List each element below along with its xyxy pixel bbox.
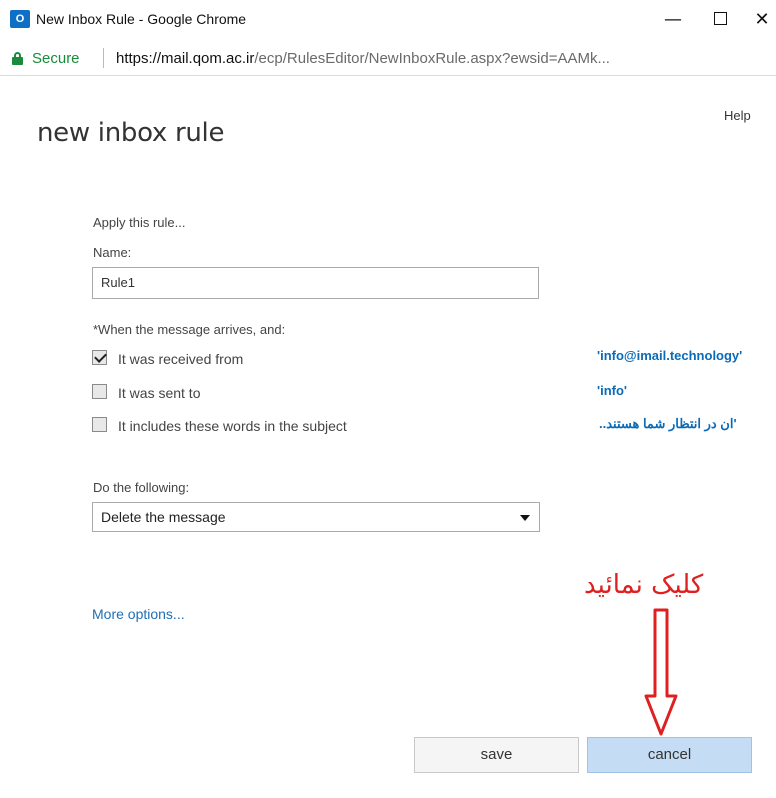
dropdown-arrow-icon [520,515,530,521]
minimize-button[interactable]: — [655,6,691,34]
maximize-icon [713,12,727,25]
action-select[interactable]: Delete the message [92,502,540,532]
received-from-value-link[interactable]: 'info@imail.technology' [597,348,742,363]
apply-rule-label: Apply this rule... [93,215,186,230]
sent-to-checkbox[interactable] [92,384,107,399]
secure-label: Secure [32,50,80,67]
subject-words-checkbox[interactable] [92,417,107,432]
save-button[interactable]: save [414,737,579,773]
close-button[interactable]: ✕ [744,6,776,34]
page-title: new inbox rule [37,118,225,148]
title-bar: O New Inbox Rule - Google Chrome — ✕ [0,0,776,40]
url-host: https://mail.qom.ac.ir [116,50,255,67]
more-options-link[interactable]: More options... [92,606,185,622]
received-from-checkbox[interactable] [92,350,107,365]
url-path: /ecp/RulesEditor/NewInboxRule.aspx?ewsid… [254,50,610,67]
address-bar[interactable]: Secure https://mail.qom.ac.ir/ecp/RulesE… [0,40,776,76]
outlook-icon: O [10,10,30,28]
help-link[interactable]: Help [724,108,751,123]
subject-words-value-link[interactable]: ..ان در انتظار شما هستند' [599,416,737,432]
condition-label: It was received from [118,351,244,367]
down-arrow-icon [644,608,678,736]
address-divider [103,48,104,68]
action-label: Do the following: [93,480,190,495]
cancel-button[interactable]: cancel [587,737,752,773]
rule-name-input[interactable]: Rule1 [92,267,539,299]
url-text[interactable]: https://mail.qom.ac.ir/ecp/RulesEditor/N… [116,50,771,67]
lock-icon [12,52,23,65]
conditions-label: *When the message arrives, and: [93,322,286,337]
condition-label: It was sent to [118,385,201,401]
action-selected-value: Delete the message [101,509,226,525]
name-label: Name: [93,245,132,260]
maximize-button[interactable] [702,6,738,34]
window-title: New Inbox Rule - Google Chrome [36,11,247,27]
annotation-text: کلیک نمائید [584,570,704,600]
sent-to-value-link[interactable]: 'info' [597,383,627,398]
condition-label: It includes these words in the subject [118,418,347,434]
